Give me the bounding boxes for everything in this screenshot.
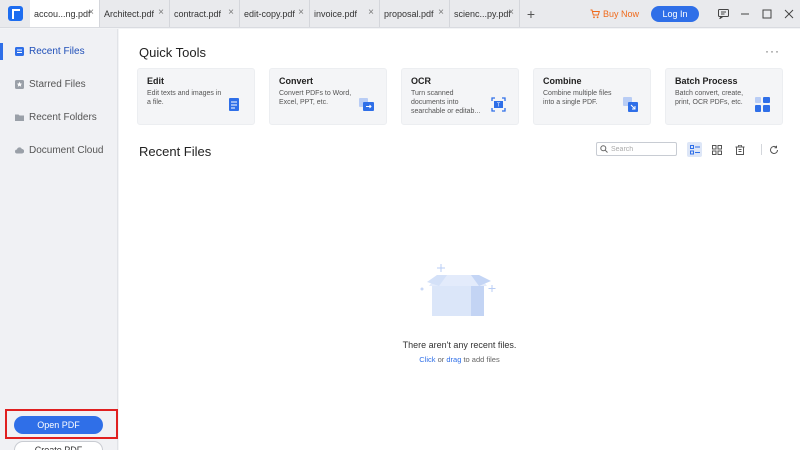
star-icon <box>15 80 24 89</box>
open-pdf-button[interactable]: Open PDF <box>14 416 103 434</box>
minimize-icon[interactable] <box>734 0 756 28</box>
search-icon <box>600 145 608 153</box>
delete-icon[interactable] <box>732 142 747 157</box>
quick-tools-title: Quick Tools <box>139 45 206 60</box>
tab-label: proposal.pdf <box>384 8 434 19</box>
batch-icon <box>755 97 770 112</box>
tool-name: OCR <box>411 76 431 86</box>
search-input[interactable] <box>611 145 673 153</box>
sidebar-item-label: Recent Folders <box>29 112 97 123</box>
tab-label: contract.pdf <box>174 8 222 19</box>
login-button[interactable]: Log In <box>651 6 699 22</box>
convert-icon <box>359 97 374 112</box>
tool-description: Convert PDFs to Word, Excel, PPT, etc. <box>279 90 352 106</box>
sidebar-item-label: Recent Files <box>29 46 85 57</box>
sidebar-item-label: Starred Files <box>29 79 86 90</box>
drag-link[interactable]: drag <box>446 355 461 364</box>
cart-icon <box>590 9 600 19</box>
empty-box-illustration <box>413 260 503 320</box>
tab-file[interactable]: invoice.pdf × <box>310 0 380 27</box>
tool-name: Edit <box>147 76 164 86</box>
close-icon[interactable]: × <box>508 8 514 18</box>
buy-now-label: Buy Now <box>602 9 639 19</box>
tab-file[interactable]: scienc...py.pdf × <box>450 0 520 27</box>
close-icon[interactable]: × <box>158 8 164 18</box>
close-icon[interactable]: × <box>298 8 304 18</box>
maximize-icon[interactable] <box>756 0 778 28</box>
tool-name: Combine <box>543 76 582 86</box>
tab-label: scienc...py.pdf <box>454 8 511 19</box>
feedback-icon[interactable] <box>712 0 734 28</box>
header-actions: Buy Now Log In <box>590 0 800 28</box>
hint-or-text: or <box>435 355 447 364</box>
tool-card-combine[interactable]: Combine Combine multiple files into a si… <box>533 68 651 125</box>
tab-file[interactable]: accou...ng.pdf × <box>30 0 100 27</box>
grid-view-icon[interactable] <box>709 142 724 157</box>
recent-files-icon <box>15 47 24 56</box>
refresh-icon[interactable] <box>766 142 781 157</box>
sidebar-item-starred-files[interactable]: Starred Files <box>0 68 117 101</box>
tab-list: accou...ng.pdf × Architect.pdf × contrac… <box>30 0 542 27</box>
buy-now-link[interactable]: Buy Now <box>590 9 639 19</box>
sidebar-item-recent-files[interactable]: Recent Files <box>0 35 117 68</box>
main-panel: Quick Tools ··· Edit Edit texts and imag… <box>119 29 800 450</box>
sidebar: Recent Files Starred Files Recent Folder… <box>0 29 118 450</box>
recent-files-title: Recent Files <box>139 144 212 159</box>
folder-icon <box>15 113 24 122</box>
close-window-icon[interactable] <box>778 0 800 28</box>
toolbar-divider <box>761 144 762 155</box>
quick-tools-list: Edit Edit texts and images in a file. Co… <box>137 68 783 125</box>
close-icon[interactable]: × <box>368 8 374 18</box>
tool-description: Turn scanned documents into searchable o… <box>411 90 481 115</box>
tool-description: Edit texts and images in a file. <box>147 90 222 106</box>
close-icon[interactable]: × <box>438 8 444 18</box>
tool-name: Batch Process <box>675 76 738 86</box>
tool-name: Convert <box>279 76 314 86</box>
sidebar-item-recent-folders[interactable]: Recent Folders <box>0 101 117 134</box>
tool-card-convert[interactable]: Convert Convert PDFs to Word, Excel, PPT… <box>269 68 387 125</box>
tool-card-ocr[interactable]: OCR Turn scanned documents into searchab… <box>401 68 519 125</box>
app-logo-icon[interactable] <box>0 0 30 27</box>
tool-card-edit[interactable]: Edit Edit texts and images in a file. <box>137 68 255 125</box>
empty-state-hint: Click or drag to add files <box>119 355 800 364</box>
click-link[interactable]: Click <box>419 355 435 364</box>
add-tab-button[interactable]: + <box>520 0 542 27</box>
tab-label: edit-copy.pdf <box>244 8 295 19</box>
tab-file[interactable]: contract.pdf × <box>170 0 240 27</box>
empty-state-message: There aren't any recent files. <box>402 340 517 350</box>
sidebar-item-document-cloud[interactable]: Document Cloud <box>0 134 117 167</box>
tab-file[interactable]: proposal.pdf × <box>380 0 450 27</box>
tool-card-batch-process[interactable]: Batch Process Batch convert, create, pri… <box>665 68 783 125</box>
close-icon[interactable]: × <box>88 8 94 18</box>
combine-icon <box>623 97 638 112</box>
create-pdf-button[interactable]: Create PDF <box>14 441 103 450</box>
tool-description: Combine multiple files into a single PDF… <box>543 90 612 106</box>
tab-file[interactable]: Architect.pdf × <box>100 0 170 27</box>
tab-label: invoice.pdf <box>314 8 358 19</box>
edit-icon <box>227 97 242 112</box>
close-icon[interactable]: × <box>228 8 234 18</box>
list-view-icon[interactable] <box>687 142 702 157</box>
search-box <box>596 142 677 156</box>
more-options-icon[interactable]: ··· <box>765 44 780 58</box>
cloud-icon <box>15 146 24 155</box>
tab-label: Architect.pdf <box>104 8 155 19</box>
sidebar-item-label: Document Cloud <box>29 145 104 156</box>
tool-description: Batch convert, create, print, OCR PDFs, … <box>675 90 744 106</box>
ocr-icon: T <box>491 97 506 112</box>
tab-bar: accou...ng.pdf × Architect.pdf × contrac… <box>0 0 800 28</box>
tab-file[interactable]: edit-copy.pdf × <box>240 0 310 27</box>
hint-suffix-text: to add files <box>461 355 500 364</box>
tab-label: accou...ng.pdf <box>34 8 91 19</box>
